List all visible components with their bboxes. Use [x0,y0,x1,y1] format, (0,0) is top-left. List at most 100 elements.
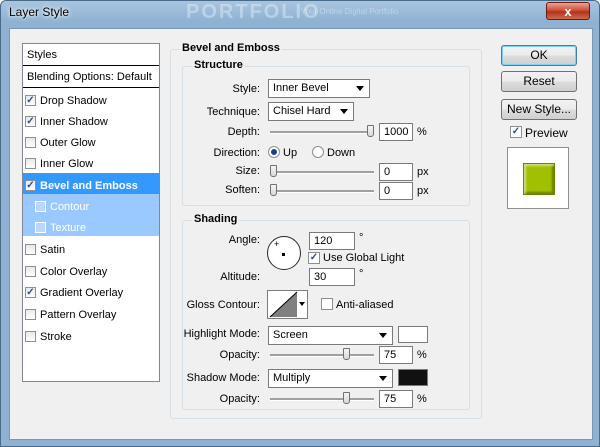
style-label: Style: [232,83,260,95]
technique-label: Technique: [206,106,260,118]
bevel-emboss-title: Bevel and Emboss [180,42,282,54]
soften-slider[interactable] [270,184,374,196]
new-style-button[interactable]: New Style... [501,99,577,120]
direction-down-radio[interactable] [312,146,324,158]
window-title: Layer Style [9,5,70,19]
structure-title: Structure [192,59,245,71]
checkbox-icon[interactable] [35,201,46,212]
altitude-label: Altitude: [220,271,260,283]
reset-button[interactable]: Reset [501,71,577,92]
watermark-subtitle: Your Online Digital Portfolio [301,7,399,16]
angle-dial-dot [282,253,285,256]
preview-checkbox[interactable] [510,126,522,138]
checkbox-icon[interactable] [25,266,36,277]
title-bar[interactable]: Layer Style PORTFOLIO Your Online Digita… [1,1,599,25]
shadow-opacity-thumb[interactable] [343,392,350,404]
highlight-opacity-input[interactable]: 75 [379,346,413,364]
soften-input[interactable]: 0 [379,182,413,200]
highlight-opacity-slider[interactable] [270,348,374,360]
checkbox-icon[interactable] [25,95,36,106]
depth-slider-thumb[interactable] [367,125,374,137]
style-item-label: Contour [50,200,90,213]
blending-options-item[interactable]: Blending Options: Default [23,66,159,88]
checkbox-icon[interactable] [25,137,36,148]
style-select[interactable]: Inner Bevel [268,79,370,98]
direction-label: Direction: [213,147,260,159]
depth-input[interactable]: 1000 [379,123,413,141]
preview-swatch [523,163,555,195]
checkbox-icon[interactable] [25,116,36,127]
style-item-drop-shadow[interactable]: Drop Shadow [23,88,159,109]
crosshair-icon: + [274,239,280,249]
ok-button[interactable]: OK [501,45,577,66]
styles-header[interactable]: Styles [23,44,159,66]
checkbox-icon[interactable] [25,331,36,342]
style-item-satin[interactable]: Satin [23,237,159,258]
shadow-color-swatch[interactable] [398,369,428,386]
highlight-color-swatch[interactable] [398,326,428,343]
dialog-body: Styles Blending Options: Default Drop Sh… [9,28,593,440]
checkbox-icon[interactable] [25,244,36,255]
checkbox-icon[interactable] [25,158,36,169]
technique-select-value: Chisel Hard [273,105,331,117]
checkbox-icon[interactable] [25,287,36,298]
checkbox-icon[interactable] [25,309,36,320]
angle-input[interactable]: 120 [309,232,355,250]
style-item-color-overlay[interactable]: Color Overlay [23,259,159,280]
soften-unit: px [417,185,429,197]
highlight-opacity-thumb[interactable] [343,348,350,360]
style-item-stroke[interactable]: Stroke [23,324,159,345]
shadow-mode-label: Shadow Mode: [186,372,260,384]
altitude-unit: ° [359,268,364,280]
shadow-opacity-label: Opacity: [219,393,260,405]
highlight-opacity-unit: % [417,349,427,361]
angle-dial[interactable]: + [267,236,301,270]
checkbox-icon[interactable] [25,180,36,191]
anti-aliased-label: Anti-aliased [336,299,394,311]
highlight-mode-select[interactable]: Screen [268,326,393,345]
direction-down-label: Down [327,147,356,159]
size-slider[interactable] [270,165,374,177]
depth-label: Depth: [227,126,260,138]
style-item-bevel-and-emboss[interactable]: Bevel and Emboss [23,173,159,194]
close-button[interactable]: x [546,2,590,20]
style-item-pattern-overlay[interactable]: Pattern Overlay [23,302,159,323]
style-item-label: Pattern Overlay [40,308,117,321]
style-item-label: Gradient Overlay [40,286,124,299]
depth-unit: % [417,126,427,138]
gloss-contour-picker[interactable] [267,290,308,319]
altitude-input[interactable]: 30 [309,268,355,286]
style-item-label: Stroke [40,330,72,343]
style-item-texture[interactable]: Texture [23,215,159,236]
contour-curve-icon [269,291,298,318]
style-item-inner-glow[interactable]: Inner Glow [23,151,159,172]
soften-slider-thumb[interactable] [270,184,277,196]
gloss-contour-label: Gloss Contour: [186,299,260,311]
size-slider-thumb[interactable] [270,165,277,177]
style-item-contour[interactable]: Contour [23,194,159,215]
style-item-label: Color Overlay [40,265,108,278]
style-item-outer-glow[interactable]: Outer Glow [23,130,159,151]
technique-select[interactable]: Chisel Hard [268,102,354,121]
shadow-mode-select[interactable]: Multiply [268,369,393,388]
style-item-gradient-overlay[interactable]: Gradient Overlay [23,280,159,301]
depth-slider[interactable] [270,125,374,137]
preview-label: Preview [525,126,568,140]
style-item-inner-shadow[interactable]: Inner Shadow [23,109,159,130]
layer-style-dialog: Layer Style PORTFOLIO Your Online Digita… [0,0,600,447]
highlight-mode-label: Highlight Mode: [183,328,260,340]
size-input[interactable]: 0 [379,163,413,181]
shadow-mode-value: Multiply [273,372,311,384]
anti-aliased-checkbox[interactable] [321,298,333,310]
use-global-light-checkbox[interactable] [308,252,320,264]
highlight-opacity-label: Opacity: [219,349,260,361]
style-item-label: Inner Shadow [40,115,108,128]
highlight-mode-value: Screen [273,329,308,341]
direction-up-radio[interactable] [268,146,280,158]
shadow-opacity-input[interactable]: 75 [379,390,413,408]
angle-label: Angle: [228,234,260,246]
shadow-opacity-slider[interactable] [270,392,374,404]
style-item-label: Outer Glow [40,136,96,149]
checkbox-icon[interactable] [35,222,46,233]
soften-label: Soften: [225,184,260,196]
